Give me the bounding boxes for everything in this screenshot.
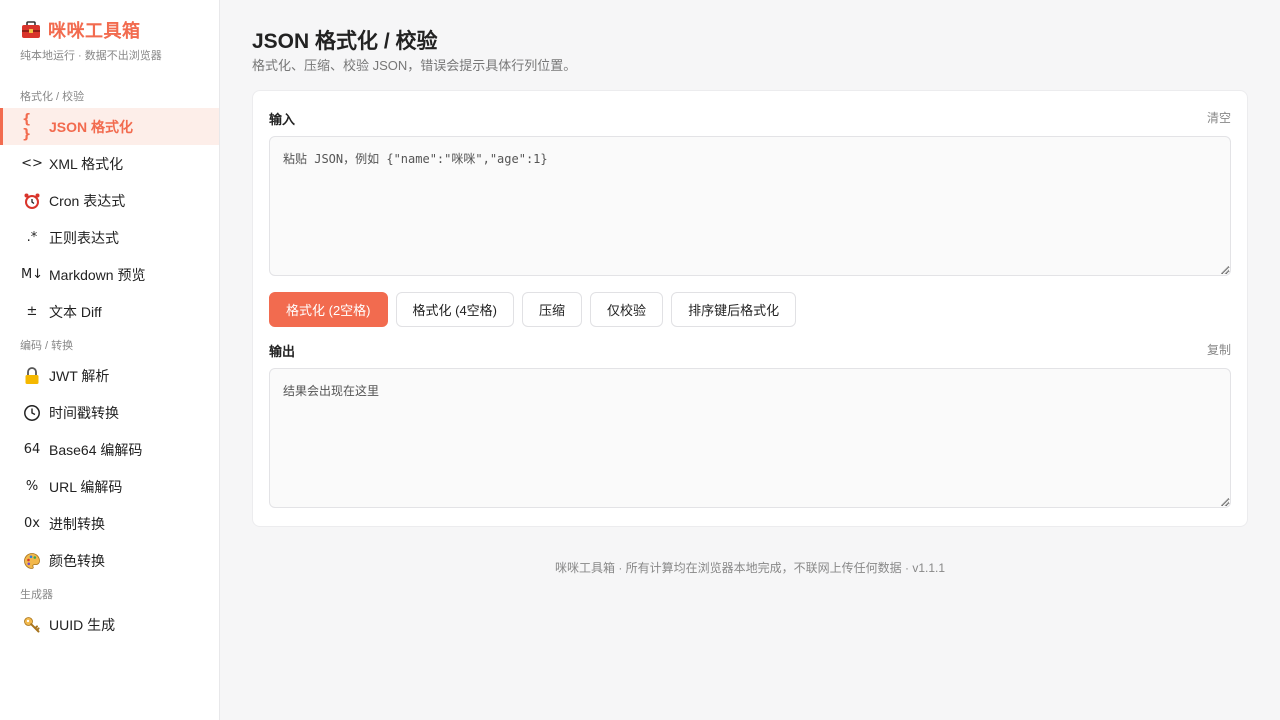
toolbox-icon (20, 19, 42, 41)
sidebar-item-timestamp[interactable]: 时间戳转换 (0, 394, 219, 431)
sidebar-item-label: Base64 编解码 (49, 441, 143, 458)
sidebar-item-label: JSON 格式化 (49, 118, 134, 135)
minify-button[interactable]: 压缩 (522, 292, 583, 327)
sidebar-item-base64[interactable]: 64 Base64 编解码 (0, 431, 219, 468)
brand-title: 咪咪工具箱 (48, 21, 141, 41)
sidebar-item-uuid[interactable]: UUID 生成 (0, 606, 219, 643)
base64-icon: 64 (23, 442, 41, 457)
sidebar-item-label: 正则表达式 (49, 229, 119, 246)
sidebar-item-label: UUID 生成 (49, 616, 116, 633)
sidebar-item-regex[interactable]: .* 正则表达式 (0, 219, 219, 256)
sidebar-item-markdown[interactable]: M↓ Markdown 预览 (0, 256, 219, 293)
sidebar-item-json-format[interactable]: { } JSON 格式化 (0, 108, 219, 145)
sidebar-item-label: 时间戳转换 (49, 404, 119, 421)
sidebar: 咪咪工具箱 纯本地运行 · 数据不出浏览器 格式化 / 校验 { } JSON … (0, 0, 220, 720)
output-label: 输出 (269, 344, 296, 359)
clear-button[interactable]: 清空 (1207, 109, 1231, 126)
angle-brackets-icon: <> (21, 156, 43, 171)
nav-group-label: 生成器 (20, 589, 53, 601)
sidebar-item-label: XML 格式化 (49, 155, 124, 172)
format-4-spaces-button[interactable]: 格式化 (4空格) (395, 292, 515, 327)
sidebar-item-radix[interactable]: 0x 进制转换 (0, 505, 219, 542)
json-tool-card: 输入 清空 格式化 (2空格) 格式化 (4空格) 压缩 仅校验 排序键后格式化… (252, 90, 1248, 527)
format-2-spaces-button[interactable]: 格式化 (2空格) (269, 292, 388, 327)
sidebar-item-text-diff[interactable]: ± 文本 Diff (0, 293, 219, 330)
input-label: 输入 (269, 112, 296, 127)
braces-icon: { } (22, 111, 32, 142)
alarm-clock-icon (22, 191, 42, 211)
palette-icon (22, 551, 42, 571)
sidebar-item-label: 进制转换 (49, 515, 105, 532)
sidebar-item-color[interactable]: 颜色转换 (0, 542, 219, 579)
sidebar-item-label: 文本 Diff (49, 303, 102, 320)
lock-icon (22, 366, 42, 386)
markdown-icon: M↓ (20, 267, 44, 282)
sidebar-item-url-codec[interactable]: % URL 编解码 (0, 468, 219, 505)
json-output-field[interactable] (269, 368, 1231, 508)
sort-keys-format-button[interactable]: 排序键后格式化 (671, 292, 797, 327)
sidebar-item-label: URL 编解码 (49, 478, 123, 495)
nav-group-label: 格式化 / 校验 (20, 91, 85, 103)
brand-subtitle: 纯本地运行 · 数据不出浏览器 (20, 50, 162, 62)
footer-text: 咪咪工具箱 · 所有计算均在浏览器本地完成，不联网上传任何数据 · v1.1.1 (554, 561, 946, 575)
copy-button[interactable]: 复制 (1207, 341, 1231, 358)
nav-group-label: 编码 / 转换 (20, 340, 74, 352)
page-title: JSON 格式化 / 校验 (252, 30, 438, 53)
action-buttons: 格式化 (2空格) 格式化 (4空格) 压缩 仅校验 排序键后格式化 (269, 292, 797, 327)
sidebar-item-label: Cron 表达式 (49, 192, 126, 209)
sidebar-item-label: JWT 解析 (49, 367, 110, 384)
percent-icon: % (25, 479, 39, 494)
brand: 咪咪工具箱 纯本地运行 · 数据不出浏览器 (20, 17, 162, 63)
sidebar-item-cron[interactable]: Cron 表达式 (0, 182, 219, 219)
sidebar-item-jwt[interactable]: JWT 解析 (0, 357, 219, 394)
validate-button[interactable]: 仅校验 (590, 292, 664, 327)
json-input-field[interactable] (269, 136, 1231, 276)
sidebar-item-xml-format[interactable]: <> XML 格式化 (0, 145, 219, 182)
regex-icon: .* (26, 230, 38, 245)
sidebar-item-label: Markdown 预览 (49, 266, 146, 283)
plus-minus-icon: ± (26, 304, 38, 319)
clock-icon (22, 403, 42, 423)
sidebar-item-label: 颜色转换 (49, 552, 105, 569)
key-icon (22, 615, 42, 635)
page-description: 格式化、压缩、校验 JSON，错误会提示具体行列位置。 (252, 58, 577, 73)
hex-icon: 0x (24, 516, 40, 531)
